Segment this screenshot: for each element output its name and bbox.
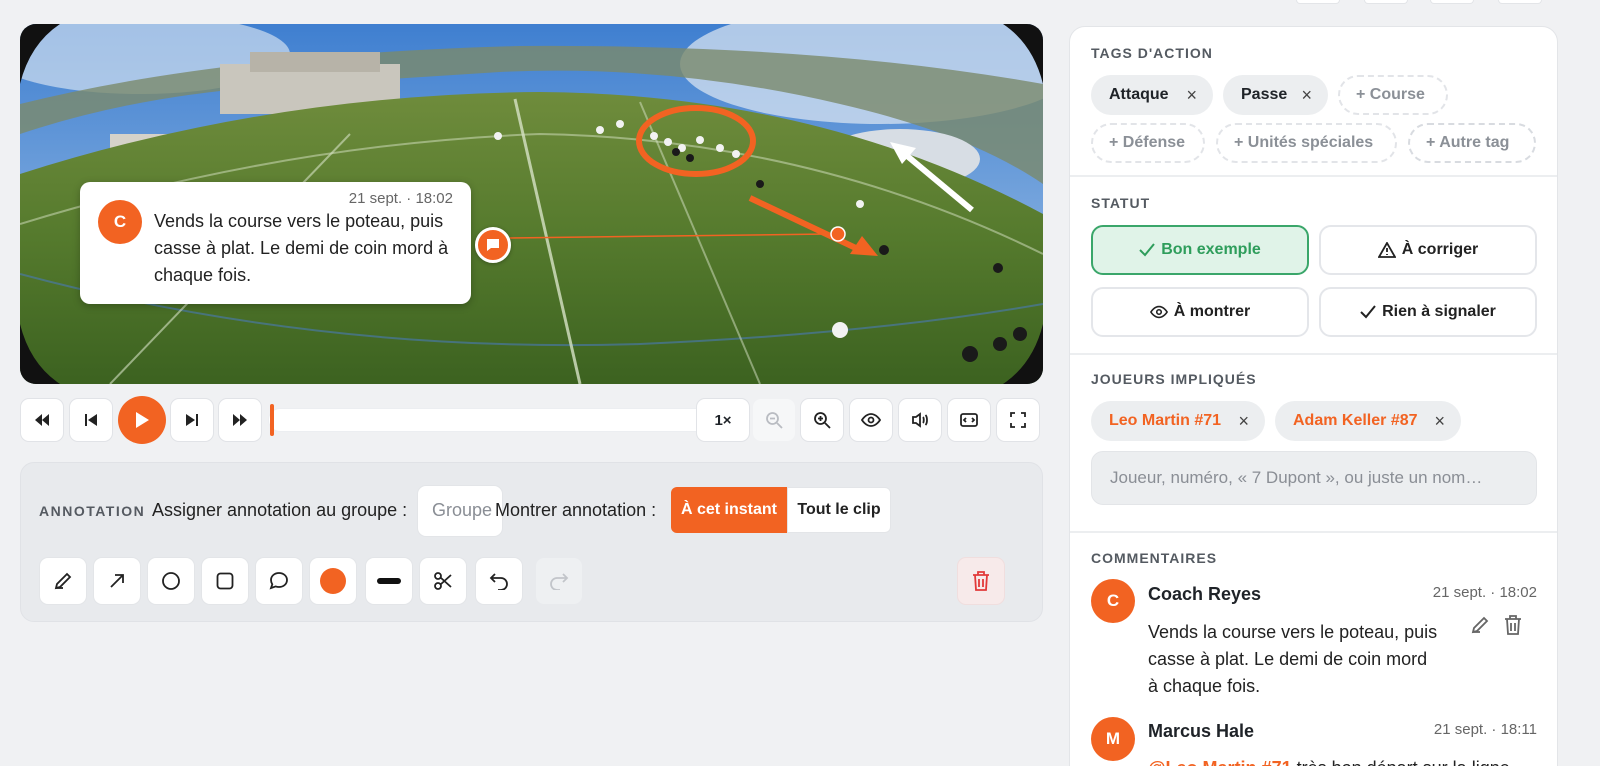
avatar: C xyxy=(98,200,142,244)
player-label: Adam Keller #87 xyxy=(1293,412,1418,429)
volume-icon[interactable] xyxy=(898,398,942,442)
comment-pin-icon[interactable] xyxy=(475,227,511,263)
redo-icon[interactable] xyxy=(535,557,583,605)
comment-timestamp: 21 sept. · 18:02 xyxy=(348,190,453,207)
status-a-montrer-button[interactable]: À montrer xyxy=(1091,287,1309,337)
avatar: M xyxy=(1091,717,1135,761)
show-at-instant-button[interactable]: À cet instant xyxy=(671,487,787,533)
color-swatch[interactable] xyxy=(309,557,357,605)
annotation-comment-bubble[interactable]: C 21 sept. · 18:02 Vends la course vers … xyxy=(80,182,471,304)
remove-player-icon[interactable]: × xyxy=(1238,411,1249,432)
add-tag-defense[interactable]: + Défense xyxy=(1091,123,1205,163)
skip-back-icon[interactable] xyxy=(69,398,113,442)
status-label: À corriger xyxy=(1401,241,1479,258)
show-annotation-label: Montrer annotation : xyxy=(495,500,657,520)
check-icon xyxy=(1139,243,1155,257)
annotation-panel: ANNOTATION Assigner annotation au groupe… xyxy=(20,462,1043,622)
comment-text: Vends la course vers le poteau, puis cas… xyxy=(154,211,449,285)
remove-tag-icon[interactable]: × xyxy=(1301,85,1312,106)
show-whole-clip-button[interactable]: Tout le clip xyxy=(787,487,891,533)
rewind-icon[interactable] xyxy=(20,398,64,442)
circle-icon[interactable] xyxy=(147,557,195,605)
tags-title: TAGS D'ACTION xyxy=(1091,45,1213,61)
add-tag-unites-speciales[interactable]: + Unités spéciales xyxy=(1216,123,1397,163)
timeline-track[interactable] xyxy=(268,408,708,432)
comment-timestamp: 21 sept. · 18:11 xyxy=(1433,721,1537,738)
trash-icon[interactable] xyxy=(957,557,1005,605)
playhead-handle[interactable] xyxy=(270,404,274,436)
add-tag-course[interactable]: + Course xyxy=(1338,75,1448,115)
video-player[interactable]: C 21 sept. · 18:02 Vends la course vers … xyxy=(20,24,1043,384)
comment-author: Coach Reyes xyxy=(1148,584,1262,604)
check-icon xyxy=(1360,305,1376,319)
divider xyxy=(1070,353,1557,355)
assign-group-label: Assigner annotation au groupe : xyxy=(152,500,408,520)
remove-player-icon[interactable]: × xyxy=(1434,411,1445,432)
zoom-out-icon[interactable] xyxy=(752,398,796,442)
toolbar-button[interactable] xyxy=(1430,0,1474,4)
player-search-input[interactable]: Joueur, numéro, « 7 Dupont », ou juste u… xyxy=(1091,451,1537,505)
eye-icon xyxy=(1149,305,1168,319)
square-icon[interactable] xyxy=(201,557,249,605)
avatar: C xyxy=(1091,579,1135,623)
delete-comment-icon[interactable] xyxy=(1504,615,1522,640)
player-label: Leo Martin #71 xyxy=(1109,412,1222,429)
status-bon-exemple-button[interactable]: Bon exemple xyxy=(1091,225,1309,275)
toolbar-button[interactable] xyxy=(1498,0,1542,4)
play-icon xyxy=(136,412,149,428)
comment-text: Vends la course vers le poteau, puis cas… xyxy=(1148,622,1438,696)
undo-icon[interactable] xyxy=(475,557,523,605)
stroke-width-icon[interactable] xyxy=(365,557,413,605)
scissors-icon[interactable] xyxy=(419,557,467,605)
player-chip[interactable]: Adam Keller #87 × xyxy=(1275,401,1461,441)
status-label: Rien à signaler xyxy=(1382,303,1496,320)
skip-forward-icon[interactable] xyxy=(170,398,214,442)
toolbar-button[interactable] xyxy=(1296,0,1340,4)
speech-bubble-icon[interactable] xyxy=(255,557,303,605)
warning-icon xyxy=(1377,242,1396,258)
player-controls: 1× xyxy=(20,396,1043,444)
tag-chip-passe[interactable]: Passe × xyxy=(1223,75,1328,115)
comments-title: COMMENTAIRES xyxy=(1091,550,1218,566)
remove-tag-icon[interactable]: × xyxy=(1186,85,1197,106)
comment-author: Marcus Hale xyxy=(1148,721,1255,741)
tag-chip-attaque[interactable]: Attaque × xyxy=(1091,75,1213,115)
caption-icon[interactable] xyxy=(947,398,991,442)
edit-icon[interactable] xyxy=(1470,615,1490,640)
players-title: JOUEURS IMPLIQUÉS xyxy=(1091,371,1257,387)
arrow-icon[interactable] xyxy=(93,557,141,605)
divider xyxy=(1070,531,1557,533)
status-label: Bon exemple xyxy=(1161,241,1261,258)
status-label: À montrer xyxy=(1173,303,1251,320)
playback-speed-button[interactable]: 1× xyxy=(696,398,750,442)
comment-text: @Leo Martin #71 très bon départ sur la l… xyxy=(1148,755,1528,766)
tag-label: Attaque xyxy=(1109,86,1169,103)
mention-link[interactable]: @Leo Martin #71 xyxy=(1148,758,1292,766)
status-rien-a-signaler-button[interactable]: Rien à signaler xyxy=(1319,287,1537,337)
comment-body: très bon départ sur la ligne xyxy=(1292,758,1510,766)
toolbar-button[interactable] xyxy=(1364,0,1408,4)
comment-timestamp: 21 sept. · 18:02 xyxy=(1432,584,1537,601)
status-a-corriger-button[interactable]: À corriger xyxy=(1319,225,1537,275)
fast-forward-icon[interactable] xyxy=(218,398,262,442)
play-button[interactable] xyxy=(118,396,166,444)
clip-details-sidebar: TAGS D'ACTION Attaque × Passe × + Course… xyxy=(1069,26,1558,766)
pencil-icon[interactable] xyxy=(39,557,87,605)
fullscreen-icon[interactable] xyxy=(996,398,1040,442)
eye-icon[interactable] xyxy=(849,398,893,442)
group-input[interactable]: Groupe xyxy=(417,485,503,537)
add-custom-tag[interactable]: + Autre tag xyxy=(1408,123,1536,163)
tag-label: Passe xyxy=(1241,86,1288,103)
player-chip[interactable]: Leo Martin #71 × xyxy=(1091,401,1265,441)
divider xyxy=(1070,175,1557,177)
annotation-title: ANNOTATION xyxy=(39,503,146,519)
zoom-in-icon[interactable] xyxy=(800,398,844,442)
status-title: STATUT xyxy=(1091,195,1151,211)
